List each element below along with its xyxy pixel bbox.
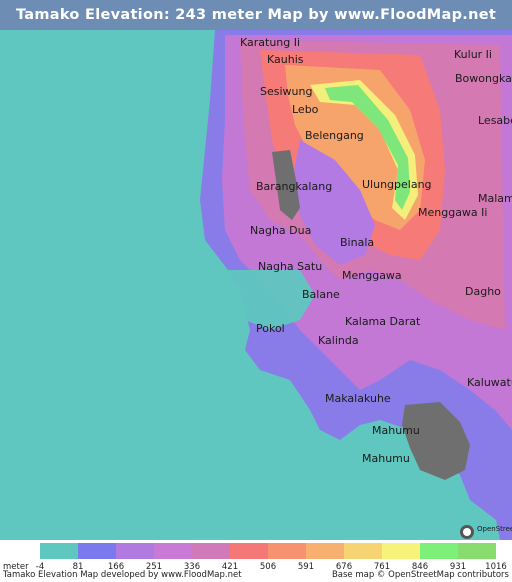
place-label: Mahumu <box>372 424 420 437</box>
place-label: Mahumu <box>362 452 410 465</box>
legend-swatch <box>306 543 344 559</box>
place-label: Makalakuhe <box>325 392 391 405</box>
place-label: Menggawa Ii <box>418 206 488 219</box>
place-label: Malame <box>478 192 512 205</box>
place-label: Balane <box>302 288 340 301</box>
place-label: Nagha Dua <box>250 224 312 237</box>
place-label: Nagha Satu <box>258 260 323 273</box>
place-label: Lesabe <box>478 114 512 127</box>
place-label: Dagho <box>465 285 501 298</box>
legend-swatch <box>78 543 116 559</box>
legend-swatch <box>230 543 268 559</box>
legend-swatch <box>344 543 382 559</box>
place-label: Sesiwung <box>260 85 313 98</box>
legend-swatch <box>268 543 306 559</box>
place-label: Menggawa <box>342 269 402 282</box>
place-label: Kalama Darat <box>345 315 421 328</box>
place-label: Bowongkali <box>455 72 512 85</box>
legend-tick-label: 506 <box>259 562 277 572</box>
legend-swatches <box>40 543 496 559</box>
legend-swatch <box>420 543 458 559</box>
legend-tick-label: 591 <box>297 562 315 572</box>
place-label: Kalinda <box>318 334 359 347</box>
legend-swatch <box>154 543 192 559</box>
legend-swatch <box>116 543 154 559</box>
elevation-map-canvas <box>0 30 512 540</box>
place-label: Pokol <box>256 322 285 335</box>
legend-swatch <box>458 543 496 559</box>
place-label: Kaluwatu <box>467 376 512 389</box>
osm-logo-text: OpenStreetMap <box>477 525 512 533</box>
legend-swatch <box>40 543 78 559</box>
place-label: Karatung Ii <box>240 36 301 49</box>
place-label: Belengang <box>305 129 364 142</box>
place-label: Barangkalang <box>256 180 333 193</box>
elevation-map[interactable]: Karatung Ii Kauhis Kulur Ii Bowongkali S… <box>0 30 512 540</box>
place-label: Binala <box>340 236 375 249</box>
place-label: Kulur Ii <box>454 48 492 61</box>
credit-right: Base map © OpenStreetMap contributors <box>331 570 509 580</box>
legend-swatch <box>382 543 420 559</box>
place-label: Ulungpelang <box>362 178 432 191</box>
credit-left: Tamako Elevation Map developed by www.Fl… <box>3 570 242 580</box>
place-label: Lebo <box>292 103 319 116</box>
map-title: Tamako Elevation: 243 meter Map by www.F… <box>0 0 512 53</box>
place-label: Kauhis <box>267 53 304 66</box>
legend-swatch <box>192 543 230 559</box>
